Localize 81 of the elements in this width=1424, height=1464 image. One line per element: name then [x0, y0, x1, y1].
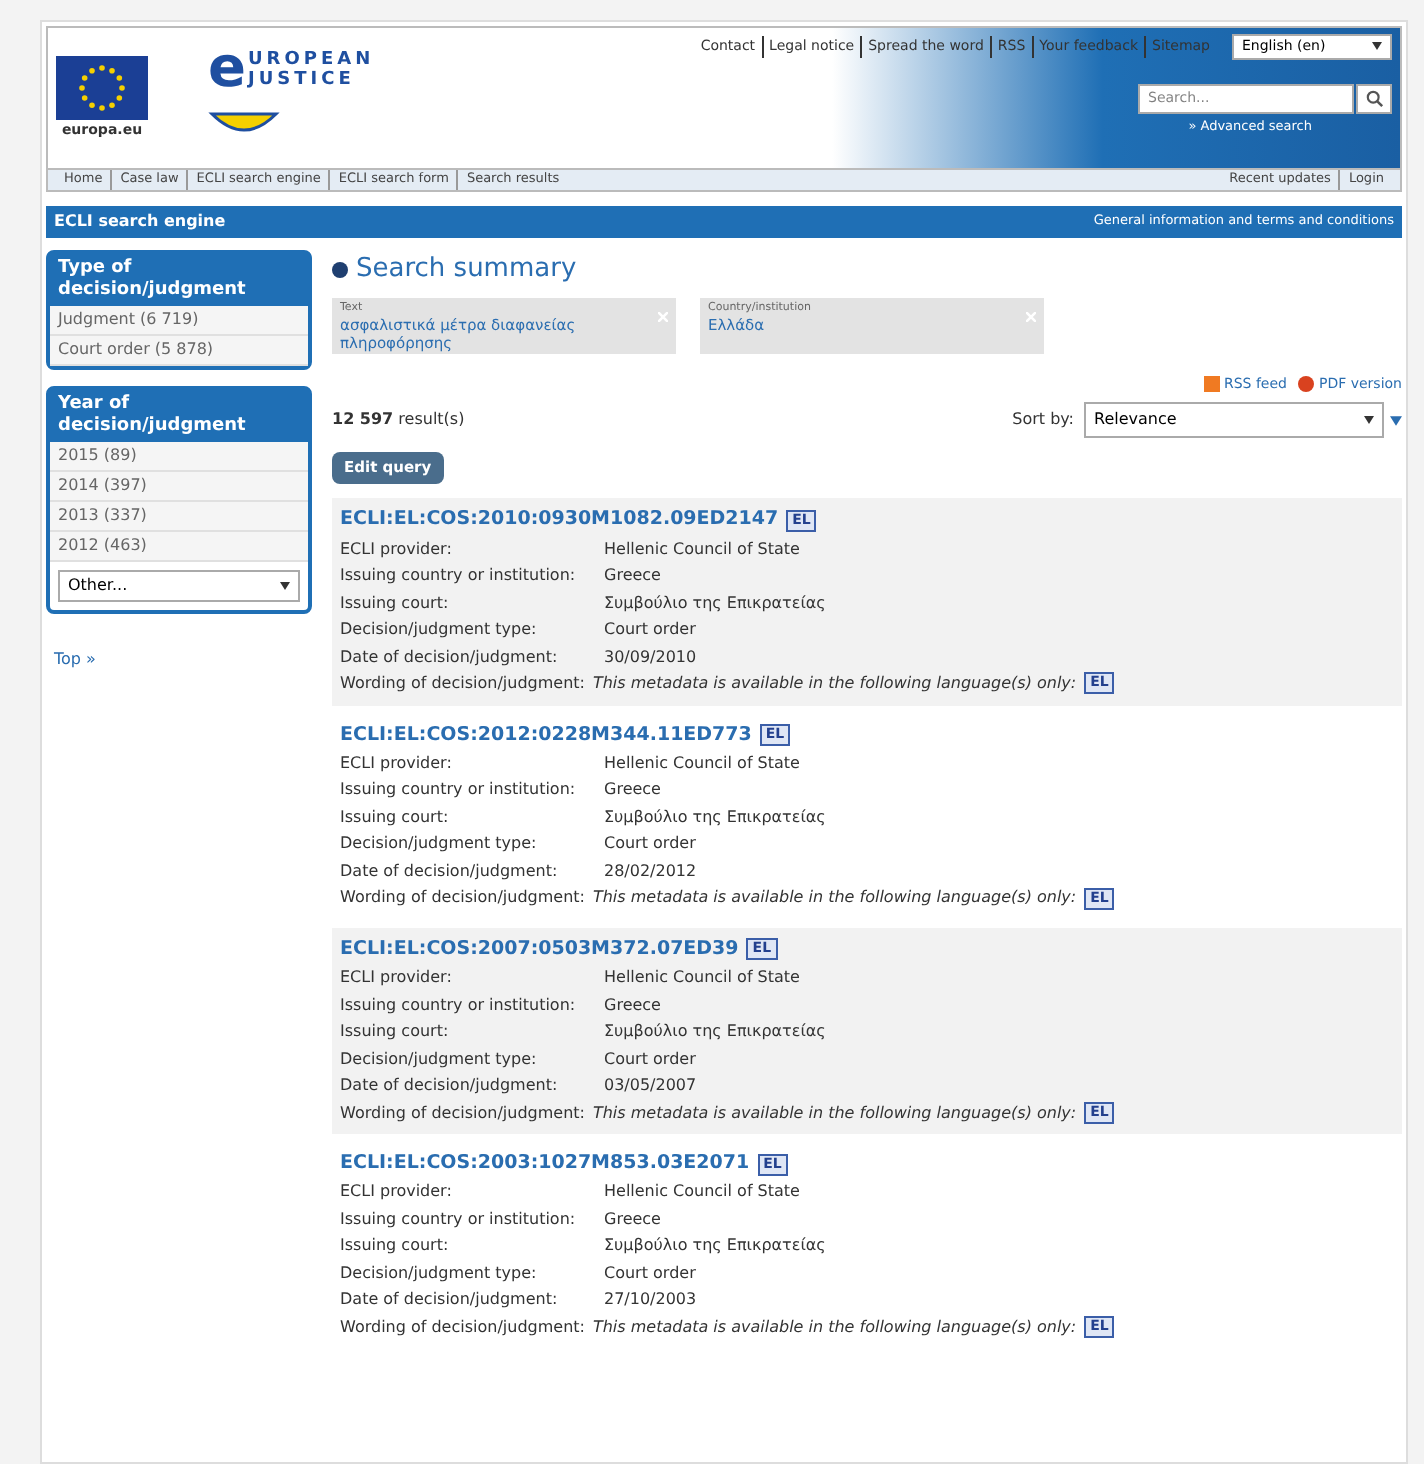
field-label: Issuing country or institution: — [340, 1207, 578, 1232]
field-label: Wording of decision/judgment: — [340, 1315, 585, 1340]
field-value: This metadata is available in the following language(s) only: — [592, 886, 1077, 911]
ecli-link[interactable]: ECLI:EL:COS:2003:1027M853.03E2071 — [340, 1150, 750, 1179]
field-label: Date of decision/judgment: — [340, 859, 560, 884]
facet-title: Type of decision/judgment — [50, 254, 308, 306]
field-value: Συμβούλιο της Επικρατείας — [604, 1020, 826, 1044]
field-label: ECLI provider: — [340, 751, 454, 776]
field-value: Συμβούλιο της Επικρατείας — [604, 591, 826, 616]
field-value: 28/02/2012 — [604, 859, 697, 884]
field-value: Greece — [604, 778, 661, 803]
sort-label: Sort by: — [1012, 408, 1074, 433]
facet-option[interactable]: Court order (5 878) — [50, 336, 308, 366]
field-value: 03/05/2007 — [604, 1074, 697, 1098]
field-label: Wording of decision/judgment: — [340, 672, 585, 696]
top-link[interactable]: Top » — [54, 650, 96, 668]
sort-select[interactable]: Relevance — [1084, 402, 1384, 439]
facet-option[interactable]: Judgment (6 719) — [50, 306, 308, 336]
field-value: This metadata is available in the following language(s) only: — [592, 1101, 1077, 1126]
field-value: Hellenic Council of State — [604, 751, 800, 776]
search-icon — [1365, 89, 1383, 107]
field-label: ECLI provider: — [340, 1180, 454, 1205]
field-label: Date of decision/judgment: — [340, 1288, 560, 1313]
field-value: Hellenic Council of State — [604, 537, 800, 561]
field-value: Hellenic Council of State — [604, 1180, 800, 1205]
facet-option[interactable]: 2015 (89) — [50, 442, 308, 472]
field-label: ECLI provider: — [340, 537, 454, 562]
ecli-link[interactable]: ECLI:EL:COS:2007:0503M372.07ED39 — [340, 935, 739, 964]
facet-option[interactable]: 2013 (337) — [50, 502, 308, 532]
field-label: Issuing country or institution: — [340, 564, 578, 588]
logo-text: UROPEAN — [248, 50, 375, 70]
field-value: Court order — [604, 1261, 696, 1286]
field-label: ECLI provider: — [340, 966, 454, 990]
year-select[interactable]: Other... — [58, 570, 300, 602]
field-value: Court order — [604, 1047, 696, 1071]
field-label: Decision/judgment type: — [340, 832, 539, 857]
field-label: Decision/judgment type: — [340, 1261, 539, 1286]
field-label: Date of decision/judgment: — [340, 645, 560, 670]
sort-direction-icon[interactable] — [1390, 415, 1402, 426]
logo-text: JUSTICE — [248, 70, 357, 90]
field-label: Wording of decision/judgment: — [340, 1101, 585, 1126]
scales-icon — [208, 112, 280, 132]
field-label: Decision/judgment type: — [340, 1047, 539, 1072]
facet-option[interactable]: 2012 (463) — [50, 532, 308, 562]
eu-flag-icon — [56, 56, 148, 120]
field-label: Issuing country or institution: — [340, 778, 578, 803]
field-label: Issuing court: — [340, 591, 451, 616]
section-title: ECLI search engine — [54, 210, 226, 234]
result-count: 12 597 result(s) — [332, 408, 465, 433]
pdf-icon — [1298, 376, 1315, 392]
field-value: Court order — [604, 618, 696, 642]
summary-title: Search summary — [356, 252, 577, 288]
field-label: Issuing court: — [340, 1020, 451, 1044]
facet-title: Year of decision/judgment — [50, 390, 308, 442]
ecli-link[interactable]: ECLI:EL:COS:2012:0228M344.11ED773 — [340, 721, 752, 750]
field-label: Issuing court: — [340, 805, 451, 830]
field-label: Issuing court: — [340, 1234, 451, 1259]
field-value: Greece — [604, 1207, 661, 1232]
field-value: This metadata is available in the following language(s) only: — [592, 672, 1077, 696]
field-value: Συμβούλιο της Επικρατείας — [604, 805, 826, 830]
field-value: Greece — [604, 993, 661, 1017]
field-value: This metadata is available in the following language(s) only: — [592, 1315, 1077, 1340]
field-label: Wording of decision/judgment: — [340, 886, 585, 911]
field-label: Decision/judgment type: — [340, 618, 539, 642]
field-value: 30/09/2010 — [604, 645, 697, 669]
field-label: Date of decision/judgment: — [340, 1074, 560, 1098]
dropdown-icon — [1364, 416, 1374, 425]
search-button[interactable] — [1356, 83, 1392, 113]
logo-letter: e — [208, 40, 246, 96]
field-value: Hellenic Council of State — [604, 966, 800, 990]
field-label: Issuing country or institution: — [340, 993, 578, 1018]
facet-option[interactable]: 2014 (397) — [50, 472, 308, 502]
field-value: Συμβούλιο της Επικρατείας — [604, 1234, 826, 1259]
field-value: 27/10/2003 — [604, 1288, 697, 1313]
feed-icon — [1203, 376, 1220, 392]
ecli-link[interactable]: ECLI:EL:COS:2010:0930M1082.09ED2147 — [340, 506, 779, 535]
dropdown-icon — [1372, 42, 1382, 51]
field-value: Greece — [604, 564, 661, 588]
field-value: Court order — [604, 832, 696, 857]
dropdown-icon — [280, 582, 290, 590]
bullet-icon — [332, 261, 348, 278]
